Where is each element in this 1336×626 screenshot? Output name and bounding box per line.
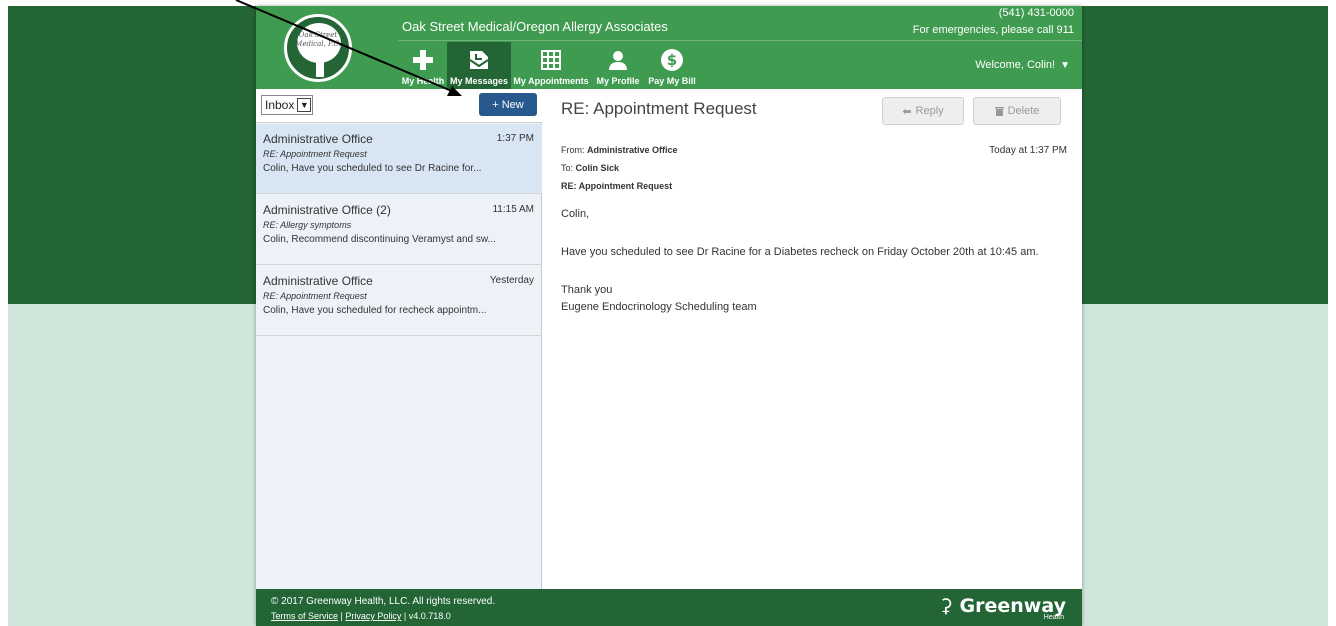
delete-button[interactable]: Delete xyxy=(973,97,1061,125)
message-preview: Colin, Recommend discontinuing Veramyst … xyxy=(263,234,496,245)
brand-sub: Health xyxy=(1043,614,1064,621)
message-preview: Colin, Have you scheduled to see Dr Raci… xyxy=(263,163,482,174)
caret-down-icon: ▼ xyxy=(1060,60,1070,71)
message-time: 1:37 PM xyxy=(496,133,534,144)
svg-text:$: $ xyxy=(667,51,677,69)
footer-links: Terms of Service | Privacy Policy | v4.0… xyxy=(271,611,451,621)
phone-number: (541) 431-0000 xyxy=(998,7,1074,19)
nav-label: My Profile xyxy=(596,76,640,86)
copyright: © 2017 Greenway Health, LLC. All rights … xyxy=(271,596,496,607)
message-list-item[interactable]: Administrative Office Yesterday RE: Appo… xyxy=(256,266,542,336)
message-body-line: Thank you xyxy=(561,284,613,296)
main-nav: My Health My Messages My Appointments My… xyxy=(399,42,699,89)
privacy-link[interactable]: Privacy Policy xyxy=(345,611,401,621)
message-list-pane: Inbox ▼ + New Administrative Office 1:37… xyxy=(256,89,542,589)
from-label: From: xyxy=(561,145,585,155)
message-subject-line: RE: Appointment Request xyxy=(561,181,672,191)
practice-logo: Oak Street Medical, P.C. xyxy=(284,14,352,82)
new-message-button[interactable]: + New xyxy=(479,93,537,116)
message-list-item[interactable]: Administrative Office (2) 11:15 AM RE: A… xyxy=(256,195,542,265)
nav-my-profile[interactable]: My Profile xyxy=(591,42,645,89)
reply-label: Reply xyxy=(915,105,944,117)
message-body-line: Colin, xyxy=(561,208,590,220)
nav-pay-my-bill[interactable]: $ Pay My Bill xyxy=(645,42,699,89)
nav-my-appointments[interactable]: My Appointments xyxy=(511,42,591,89)
to-value: Colin Sick xyxy=(575,163,620,173)
folder-select-value: Inbox xyxy=(265,98,295,112)
practice-name: Oak Street Medical/Oregon Allergy Associ… xyxy=(402,19,668,34)
message-subject: RE: Appointment Request xyxy=(263,291,367,301)
folder-select[interactable]: Inbox ▼ xyxy=(261,95,314,115)
emergency-notice: For emergencies, please call 911 xyxy=(912,24,1074,36)
nav-my-messages[interactable]: My Messages xyxy=(447,42,511,89)
message-title: RE: Appointment Request xyxy=(561,99,757,118)
message-subject: RE: Allergy symptoms xyxy=(263,220,352,230)
message-from: From: Administrative Office xyxy=(561,145,678,155)
nav-label: My Appointments xyxy=(513,76,589,86)
plus-icon xyxy=(413,50,433,70)
message-preview: Colin, Have you scheduled for recheck ap… xyxy=(263,305,487,316)
message-list-item[interactable]: Administrative Office 1:37 PM RE: Appoin… xyxy=(256,124,542,194)
reply-button[interactable]: ⬅ Reply xyxy=(882,97,964,125)
nav-label: Pay My Bill xyxy=(648,76,696,86)
message-time: Yesterday xyxy=(489,275,534,286)
message-sender: Administrative Office xyxy=(263,132,373,146)
person-icon xyxy=(609,51,627,70)
message-to: To: Colin Sick xyxy=(561,163,619,173)
welcome-label: Welcome, Colin! xyxy=(975,59,1056,71)
greenway-icon: ⚳ xyxy=(939,595,960,617)
delete-label: Delete xyxy=(1007,105,1040,117)
welcome-menu[interactable]: Welcome, Colin! ▼ xyxy=(975,59,1070,71)
from-value: Administrative Office xyxy=(587,145,678,155)
to-label: To: xyxy=(561,163,574,173)
dollar-icon: $ xyxy=(661,49,683,71)
terms-link[interactable]: Terms of Service xyxy=(271,611,338,621)
patient-portal-window: Oak Street Medical, P.C. Oak Street Medi… xyxy=(256,6,1082,626)
message-date: Today at 1:37 PM xyxy=(989,145,1067,156)
message-list-toolbar: Inbox ▼ + New xyxy=(256,89,542,123)
message-time: 11:15 AM xyxy=(492,204,534,215)
header-divider xyxy=(398,40,1082,41)
nav-label: My Health xyxy=(401,76,445,86)
header: Oak Street Medical, P.C. Oak Street Medi… xyxy=(256,6,1082,89)
chevron-down-icon: ▼ xyxy=(297,98,312,112)
envelope-icon xyxy=(469,51,489,69)
message-subject: RE: Appointment Request xyxy=(263,149,367,159)
logo-text: Oak Street Medical, P.C. xyxy=(295,31,341,48)
version: v4.0.718.0 xyxy=(408,611,451,621)
trash-icon xyxy=(994,107,1004,116)
message-reader-pane: RE: Appointment Request ⬅ Reply Delete Fr… xyxy=(543,89,1082,589)
subject-value: RE: Appointment Request xyxy=(561,181,673,191)
reply-icon: ⬅ xyxy=(902,105,912,118)
calendar-icon xyxy=(541,50,561,70)
footer: © 2017 Greenway Health, LLC. All rights … xyxy=(256,589,1082,626)
nav-label: My Messages xyxy=(449,76,509,86)
message-body-line: Have you scheduled to see Dr Racine for … xyxy=(561,246,1039,258)
nav-my-health[interactable]: My Health xyxy=(399,42,447,89)
message-body-line: Eugene Endocrinology Scheduling team xyxy=(561,301,757,313)
page: Oak Street Medical, P.C. Oak Street Medi… xyxy=(0,0,1336,626)
